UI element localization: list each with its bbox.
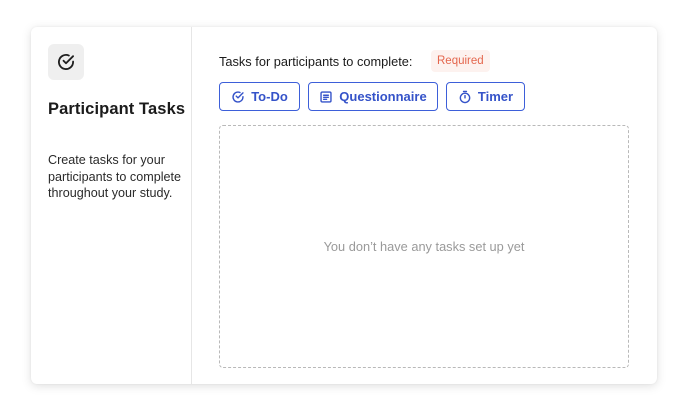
sidebar-description: Create tasks for your participants to co… (48, 153, 182, 200)
timer-button-label: Timer (477, 89, 514, 104)
tasks-drop-area: You don’t have any tasks set up yet (219, 125, 629, 368)
main-panel: Tasks for participants to complete: Requ… (192, 27, 657, 384)
participant-tasks-card: Participant Tasks Create tasks for your … (31, 27, 657, 384)
check-circle-icon (58, 54, 75, 70)
todo-button[interactable]: To-Do (219, 82, 300, 111)
sidebar: Participant Tasks Create tasks for your … (31, 27, 192, 384)
timer-button[interactable]: Timer (446, 82, 525, 111)
todo-button-label: To-Do (251, 89, 288, 104)
questionnaire-button[interactable]: Questionnaire (308, 82, 438, 111)
sidebar-icon-tile (48, 44, 84, 80)
document-lines-icon (320, 90, 332, 103)
check-circle-icon (232, 90, 244, 103)
questionnaire-button-label: Questionnaire (339, 89, 427, 104)
required-badge: Required (431, 50, 490, 72)
sidebar-title: Participant Tasks (48, 100, 186, 118)
section-label: Tasks for participants to complete: (219, 54, 413, 69)
stopwatch-icon (459, 90, 471, 103)
empty-state-text: You don’t have any tasks set up yet (323, 239, 525, 254)
